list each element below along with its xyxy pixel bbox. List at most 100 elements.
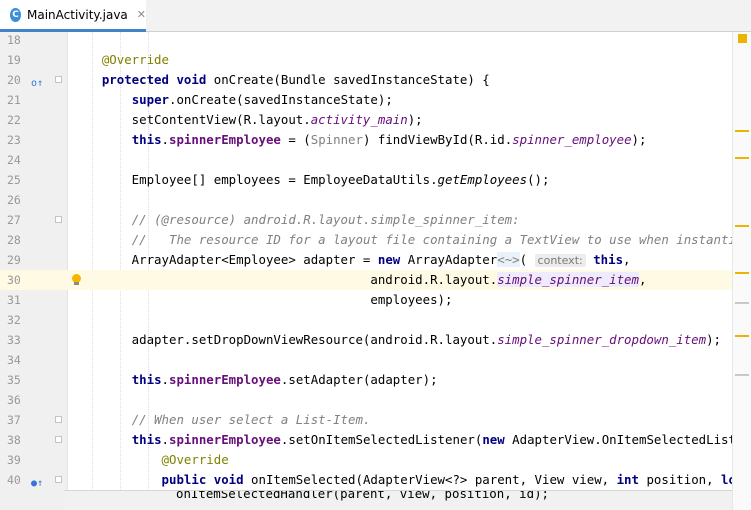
gutter-line[interactable]: 20 o↑ bbox=[0, 70, 68, 90]
code-token: this bbox=[131, 432, 162, 447]
popup-code-line: onItemSelectedHandler(parent, view, posi… bbox=[176, 490, 549, 501]
code-line[interactable] bbox=[68, 150, 732, 170]
gutter-line[interactable]: 40 ●↑ bbox=[0, 470, 68, 490]
warning-marker[interactable] bbox=[735, 335, 749, 337]
line-number: 24 bbox=[7, 153, 21, 167]
error-stripe[interactable] bbox=[732, 32, 751, 510]
gutter-line[interactable]: 24 bbox=[0, 150, 68, 170]
line-number: 31 bbox=[7, 293, 21, 307]
code-line[interactable]: ArrayAdapter<Employee> adapter = new Arr… bbox=[68, 250, 732, 270]
code-line[interactable] bbox=[68, 32, 732, 50]
code-line[interactable]: this.spinnerEmployee.setOnItemSelectedLi… bbox=[68, 430, 732, 450]
java-class-icon: C bbox=[10, 7, 21, 22]
fold-toggle-icon[interactable] bbox=[55, 76, 62, 83]
code-line[interactable]: public void onItemSelected(AdapterView<?… bbox=[68, 470, 732, 490]
override-marker-icon[interactable]: ●↑ bbox=[31, 474, 43, 494]
code-editor[interactable]: 18 19 20 o↑ 21 22 23 24 25 26 27 28 29 30 31 32 33 34 35 36… bbox=[0, 32, 751, 510]
code-line[interactable] bbox=[68, 350, 732, 370]
tab-main-activity[interactable]: C MainActivity.java ✕ bbox=[0, 0, 146, 32]
gutter-line[interactable]: 26 bbox=[0, 190, 68, 210]
code-token: spinnerEmployee bbox=[169, 432, 281, 447]
warning-marker[interactable] bbox=[735, 272, 749, 274]
code-line[interactable]: @Override bbox=[68, 450, 732, 470]
gutter-line[interactable]: 38 bbox=[0, 430, 68, 450]
code-line[interactable]: android.R.layout.simple_spinner_item, bbox=[68, 270, 732, 290]
gutter-line[interactable]: 29 bbox=[0, 250, 68, 270]
code-line[interactable]: // (@resource) android.R.layout.simple_s… bbox=[68, 210, 732, 230]
gutter-line[interactable]: 28 bbox=[0, 230, 68, 250]
code-token: . bbox=[161, 132, 169, 147]
fold-toggle-icon[interactable] bbox=[55, 476, 62, 483]
gutter-line[interactable]: 21 bbox=[0, 90, 68, 110]
code-token: ) findViewById(R.id. bbox=[362, 132, 513, 147]
code-line[interactable]: Employee[] employees = EmployeeDataUtils… bbox=[68, 170, 732, 190]
code-line[interactable]: // When user select a List-Item. bbox=[68, 410, 732, 430]
line-number: 32 bbox=[7, 313, 21, 327]
code-token: protected void bbox=[101, 72, 207, 87]
code-line[interactable] bbox=[68, 190, 732, 210]
code-token: ArrayAdapter bbox=[400, 252, 498, 267]
gutter-line[interactable]: 30 bbox=[0, 270, 68, 290]
gutter-line[interactable]: 32 bbox=[0, 310, 68, 330]
fold-toggle-icon[interactable] bbox=[55, 216, 62, 223]
warning-marker[interactable] bbox=[735, 225, 749, 227]
gutter-line[interactable]: 33 bbox=[0, 330, 68, 350]
code-token: this bbox=[131, 372, 162, 387]
parameter-hint: context: bbox=[534, 254, 586, 267]
info-marker[interactable] bbox=[735, 374, 749, 376]
code-token: // When user select a List-Item. bbox=[131, 412, 371, 427]
code-area[interactable]: @Override protected void onCreate(Bundle… bbox=[68, 32, 732, 510]
code-line[interactable]: this.spinnerEmployee = (Spinner) findVie… bbox=[68, 130, 732, 150]
gutter-line[interactable]: 34 bbox=[0, 350, 68, 370]
gutter-line[interactable]: 18 bbox=[0, 32, 68, 50]
gutter-line[interactable]: 36 bbox=[0, 390, 68, 410]
line-number: 35 bbox=[7, 373, 21, 387]
code-line[interactable]: // The resource ID for a layout file con… bbox=[68, 230, 732, 250]
line-number: 33 bbox=[7, 333, 21, 347]
code-token: android.R.layout. bbox=[72, 272, 498, 287]
fold-toggle-icon[interactable] bbox=[55, 416, 62, 423]
gutter-line[interactable]: 23 bbox=[0, 130, 68, 150]
fold-toggle-icon[interactable] bbox=[55, 436, 62, 443]
code-line[interactable]: super.onCreate(savedInstanceState); bbox=[68, 90, 732, 110]
gutter-line[interactable]: 22 bbox=[0, 110, 68, 130]
code-token: <~> bbox=[497, 252, 520, 267]
code-line[interactable]: employees); bbox=[68, 290, 732, 310]
warning-marker[interactable] bbox=[735, 130, 749, 132]
info-marker[interactable] bbox=[735, 302, 749, 304]
gutter-line[interactable]: 31 bbox=[0, 290, 68, 310]
code-token: , bbox=[638, 272, 647, 287]
close-icon[interactable]: ✕ bbox=[137, 8, 146, 21]
warning-status-icon[interactable] bbox=[738, 34, 747, 43]
code-token: ); bbox=[706, 332, 722, 347]
code-token: onItemSelected(AdapterView<?> parent, Vi… bbox=[243, 472, 617, 487]
gutter-line[interactable]: 35 bbox=[0, 370, 68, 390]
code-line[interactable]: protected void onCreate(Bundle savedInst… bbox=[68, 70, 732, 90]
code-token: Employee[] employees = EmployeeDataUtils… bbox=[72, 172, 438, 187]
code-line[interactable]: setContentView(R.layout.activity_main); bbox=[68, 110, 732, 130]
code-line[interactable] bbox=[68, 310, 732, 330]
warning-marker[interactable] bbox=[735, 157, 749, 159]
line-number: 19 bbox=[7, 53, 21, 67]
gutter-line[interactable]: 25 bbox=[0, 170, 68, 190]
line-number: 28 bbox=[7, 233, 21, 247]
line-number-gutter[interactable]: 18 19 20 o↑ 21 22 23 24 25 26 27 28 29 30 31 32 33 34 35 36… bbox=[0, 32, 68, 510]
code-token: new bbox=[377, 252, 401, 267]
code-token: = ( bbox=[280, 132, 311, 147]
line-number: 37 bbox=[7, 413, 21, 427]
code-token: setContentView(R.layout. bbox=[72, 112, 311, 127]
code-token: simple_spinner_item bbox=[497, 272, 639, 287]
code-token: ( bbox=[519, 252, 535, 267]
gutter-line[interactable]: 39 bbox=[0, 450, 68, 470]
lightbulb-icon[interactable] bbox=[72, 274, 81, 285]
line-number: 26 bbox=[7, 193, 21, 207]
code-line[interactable] bbox=[68, 390, 732, 410]
gutter-line[interactable]: 37 bbox=[0, 410, 68, 430]
gutter-line[interactable]: 27 bbox=[0, 210, 68, 230]
gutter-line[interactable]: 19 bbox=[0, 50, 68, 70]
code-line[interactable]: this.spinnerEmployee.setAdapter(adapter)… bbox=[68, 370, 732, 390]
code-line[interactable]: adapter.setDropDownViewResource(android.… bbox=[68, 330, 732, 350]
code-line[interactable]: @Override bbox=[68, 50, 732, 70]
